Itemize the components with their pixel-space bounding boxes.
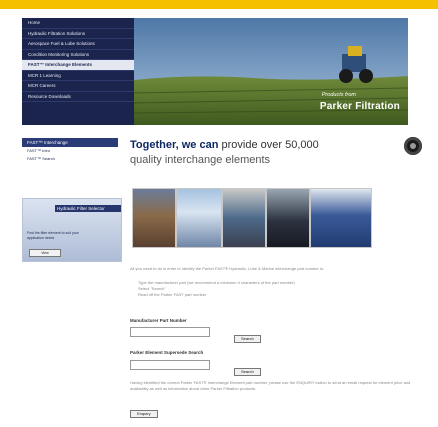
page-headline: Together, we can provide over 50,000 qua…: [130, 138, 390, 168]
headline-bold: Together, we can: [130, 139, 219, 151]
side-panel-title: FAST™ Interchange: [22, 138, 118, 147]
nav-item-learning[interactable]: MCR 1 Learning: [22, 71, 134, 81]
fast-side-panel: FAST™ Interchange FAST™ Intro FAST™ Sear…: [22, 138, 118, 182]
promo-view-button[interactable]: View: [29, 249, 61, 257]
search-button[interactable]: Search: [234, 335, 261, 343]
nav-item-careers[interactable]: MCR Careers: [22, 81, 134, 92]
search-button-2[interactable]: Search: [234, 368, 261, 376]
nav-item-fast-interchange[interactable]: FAST™ Interchange Elements: [22, 60, 134, 71]
headline-rest: provide over 50,000: [218, 139, 319, 151]
side-link-search[interactable]: FAST™ Search: [22, 155, 118, 163]
header-banner: Home Hydraulic Filtration Solutions Aero…: [22, 18, 408, 125]
enquiry-button[interactable]: Enquiry: [130, 410, 158, 418]
brand-logo[interactable]: Parker Filtration: [320, 101, 400, 112]
filter-selector-promo[interactable]: Hydraulic Filter Selector Find the filte…: [22, 198, 122, 262]
thumb-image-5: [310, 188, 372, 248]
mfr-part-label: Manufacturer Part Number: [130, 318, 187, 323]
promo-title: Hydraulic Filter Selector: [55, 205, 121, 212]
parker-supersede-label: Parker Element Supersede Search: [130, 350, 204, 355]
nav-item-condition-monitoring[interactable]: Condition Monitoring Solutions: [22, 50, 134, 60]
headline-line2: quality interchange elements: [130, 154, 271, 166]
thumb-image-1: [132, 188, 176, 248]
promo-text: Find the filter element to suit your app…: [27, 231, 79, 240]
top-accent-bar: [0, 0, 438, 9]
footer-note: Having identified the correct Parker FAS…: [130, 380, 411, 391]
step-3: Read off the Parker FAST part number: [138, 292, 207, 297]
thumb-image-4: [266, 188, 310, 248]
parker-supersede-input[interactable]: [130, 360, 210, 370]
nav-item-downloads[interactable]: Resource Downloads: [22, 92, 134, 102]
side-link-intro[interactable]: FAST™ Intro: [22, 147, 118, 155]
badge-icon[interactable]: [404, 137, 422, 155]
thumb-image-3: [222, 188, 266, 248]
brand-tagline: Products from: [321, 92, 356, 98]
nav-item-home[interactable]: Home: [22, 18, 134, 29]
nav-item-hydraulic[interactable]: Hydraulic Filtration Solutions: [22, 29, 134, 39]
mfr-part-input[interactable]: [130, 327, 210, 337]
main-nav: Home Hydraulic Filtration Solutions Aero…: [22, 18, 134, 125]
intro-text: All you need to do is enter to identify …: [130, 266, 324, 271]
nav-item-aerospace[interactable]: Aerospace Fuel & Lube Solutions: [22, 39, 134, 50]
thumb-image-2: [176, 188, 222, 248]
